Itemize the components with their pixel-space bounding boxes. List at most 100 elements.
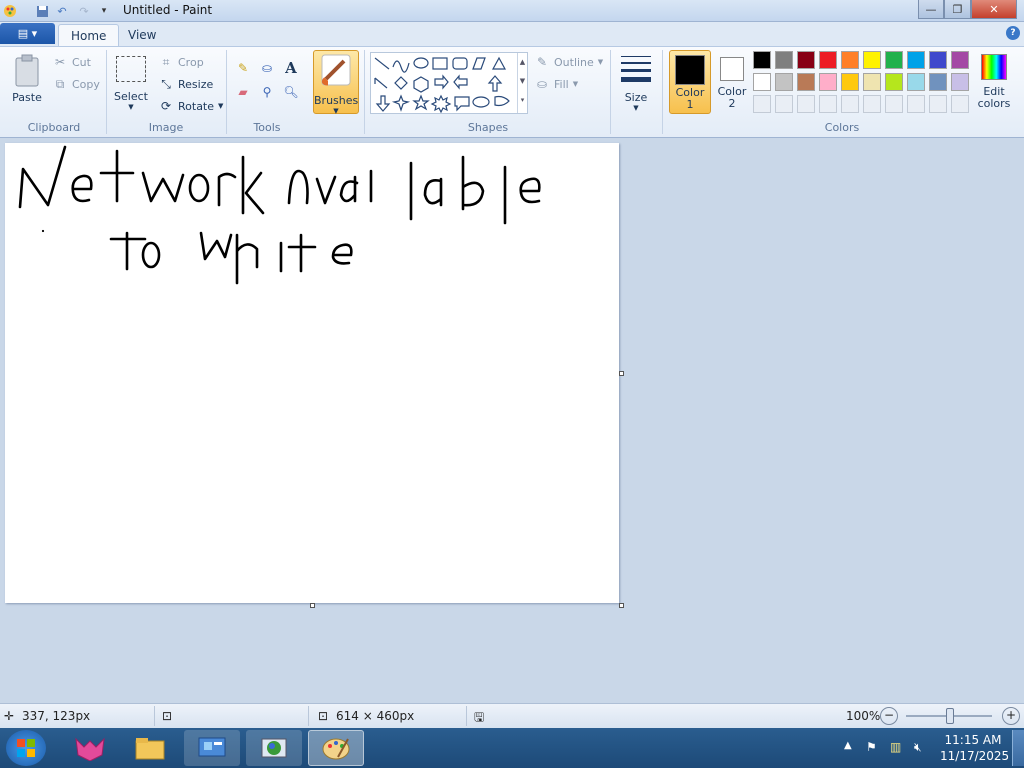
resize-handle-right[interactable]	[619, 371, 624, 376]
custom-color-slot[interactable]	[907, 95, 925, 113]
show-hidden-icons[interactable]: ▲	[844, 740, 852, 751]
custom-color-slot[interactable]	[863, 95, 881, 113]
shapes-gallery[interactable]: ▲ ▼ ▾	[370, 52, 528, 114]
save-icon[interactable]	[34, 3, 50, 19]
shapes-scroll[interactable]: ▲ ▼ ▾	[517, 53, 527, 113]
action-center-icon[interactable]: ⚑	[866, 740, 877, 754]
custom-color-slot[interactable]	[951, 95, 969, 113]
drawing-canvas[interactable]	[5, 143, 619, 603]
edit-colors-button[interactable]: Edit colors	[976, 52, 1012, 114]
resize-handle-bottom[interactable]	[310, 603, 315, 608]
custom-color-slot[interactable]	[797, 95, 815, 113]
brushes-button[interactable]: Brushes ▼	[313, 50, 359, 115]
color2-label-b: 2	[728, 97, 736, 110]
start-button[interactable]	[6, 730, 46, 766]
cut-button[interactable]: ✂ Cut	[52, 54, 91, 70]
tools-grid: ✎ ⛀ A ▰ ⚲ 🔍︎	[232, 58, 302, 102]
help-icon[interactable]: ?	[1006, 26, 1020, 40]
separator	[308, 706, 309, 726]
color-swatch[interactable]	[885, 51, 903, 69]
taskbar-control-panel[interactable]	[184, 730, 240, 766]
rotate-button[interactable]: ⟳ Rotate ▼	[158, 98, 223, 114]
color-swatch[interactable]	[797, 51, 815, 69]
fill-button[interactable]: ⛀ Fill ▼	[534, 76, 578, 92]
color-swatch[interactable]	[885, 73, 903, 91]
network-icon[interactable]: ▥	[890, 740, 901, 754]
cut-label: Cut	[72, 55, 91, 69]
taskbar-fox-app[interactable]	[62, 730, 118, 766]
taskbar-explorer[interactable]	[122, 730, 178, 766]
color-swatch[interactable]	[863, 73, 881, 91]
minimize-button[interactable]: —	[918, 0, 944, 19]
scissors-icon: ✂	[54, 55, 66, 69]
color-swatch[interactable]	[907, 73, 925, 91]
color-swatch[interactable]	[819, 73, 837, 91]
separator	[466, 706, 467, 726]
custom-color-slot[interactable]	[819, 95, 837, 113]
fill-icon[interactable]: ⛀	[256, 58, 278, 78]
resize-handle-corner[interactable]	[619, 603, 624, 608]
customize-qat-icon[interactable]: ▾	[96, 3, 112, 19]
color-swatch[interactable]	[753, 73, 771, 91]
magnifier-icon[interactable]: 🔍︎	[280, 82, 302, 102]
zoom-slider-thumb[interactable]	[946, 708, 954, 724]
taskbar-paint[interactable]	[308, 730, 364, 766]
outline-button[interactable]: ✎ Outline ▼	[534, 54, 603, 70]
color-swatch[interactable]	[929, 51, 947, 69]
color-swatch[interactable]	[841, 73, 859, 91]
custom-color-slot[interactable]	[885, 95, 903, 113]
size-button[interactable]: Size ▼	[618, 52, 654, 114]
color-swatch[interactable]	[775, 51, 793, 69]
zoom-out-button[interactable]: −	[880, 707, 898, 725]
restore-button[interactable]: ❐	[944, 0, 971, 19]
close-button[interactable]: ✕	[971, 0, 1017, 19]
show-desktop-button[interactable]	[1012, 730, 1024, 766]
color-swatch[interactable]	[863, 51, 881, 69]
color-picker-icon[interactable]: ⚲	[256, 82, 278, 102]
color-swatch[interactable]	[929, 73, 947, 91]
edit-colors-label-b: colors	[977, 97, 1011, 110]
paint-app-icon[interactable]	[2, 3, 18, 19]
taskbar-internet[interactable]	[246, 730, 302, 766]
folder-icon	[135, 738, 165, 760]
custom-color-slot[interactable]	[753, 95, 771, 113]
color-swatch[interactable]	[907, 51, 925, 69]
eraser-icon[interactable]: ▰	[232, 82, 254, 102]
chevron-down-icon: ▼	[333, 107, 339, 115]
clock-date: 11/17/2025	[940, 749, 1010, 763]
cursor-position-icon: ✛	[4, 709, 15, 723]
volume-muted-icon[interactable]: 🔇︎	[914, 740, 922, 755]
color-swatch[interactable]	[753, 51, 771, 69]
chevron-down-icon: ▼	[633, 104, 639, 112]
tab-view[interactable]: View	[116, 24, 168, 46]
file-size-icon: 🖫︎	[474, 710, 485, 724]
custom-color-slot[interactable]	[929, 95, 947, 113]
selection-size-icon: ⊡	[162, 709, 173, 723]
paint-menu-button[interactable]: ▤ ▾	[0, 23, 55, 44]
color-swatch[interactable]	[951, 51, 969, 69]
redo-icon[interactable]: ↷	[76, 3, 92, 19]
color-swatch[interactable]	[951, 73, 969, 91]
color-swatch[interactable]	[819, 51, 837, 69]
color2-button[interactable]: Color 2	[713, 50, 751, 114]
custom-color-slot[interactable]	[841, 95, 859, 113]
paint-palette-icon	[322, 738, 350, 760]
color-palette	[753, 51, 969, 113]
copy-button[interactable]: ⧉ Copy	[52, 76, 100, 92]
crop-button[interactable]: ⌗ Crop	[158, 54, 204, 70]
color-swatch[interactable]	[797, 73, 815, 91]
custom-color-slot[interactable]	[775, 95, 793, 113]
resize-button[interactable]: ⤡ Resize	[158, 76, 213, 92]
tab-home[interactable]: Home	[58, 24, 120, 46]
pencil-icon[interactable]: ✎	[232, 58, 254, 78]
paste-button[interactable]: Paste	[10, 52, 44, 108]
color-swatch[interactable]	[775, 73, 793, 91]
undo-icon[interactable]: ↶	[54, 3, 70, 19]
zoom-in-button[interactable]: +	[1002, 707, 1020, 725]
clipboard-group-label: Clipboard	[27, 121, 81, 134]
color1-button[interactable]: Color 1	[669, 50, 711, 114]
color-swatch[interactable]	[841, 51, 859, 69]
select-button[interactable]: Select ▼	[114, 54, 148, 112]
clock[interactable]: 11:15 AM 11/17/2025	[940, 732, 1010, 764]
text-icon[interactable]: A	[280, 58, 302, 78]
